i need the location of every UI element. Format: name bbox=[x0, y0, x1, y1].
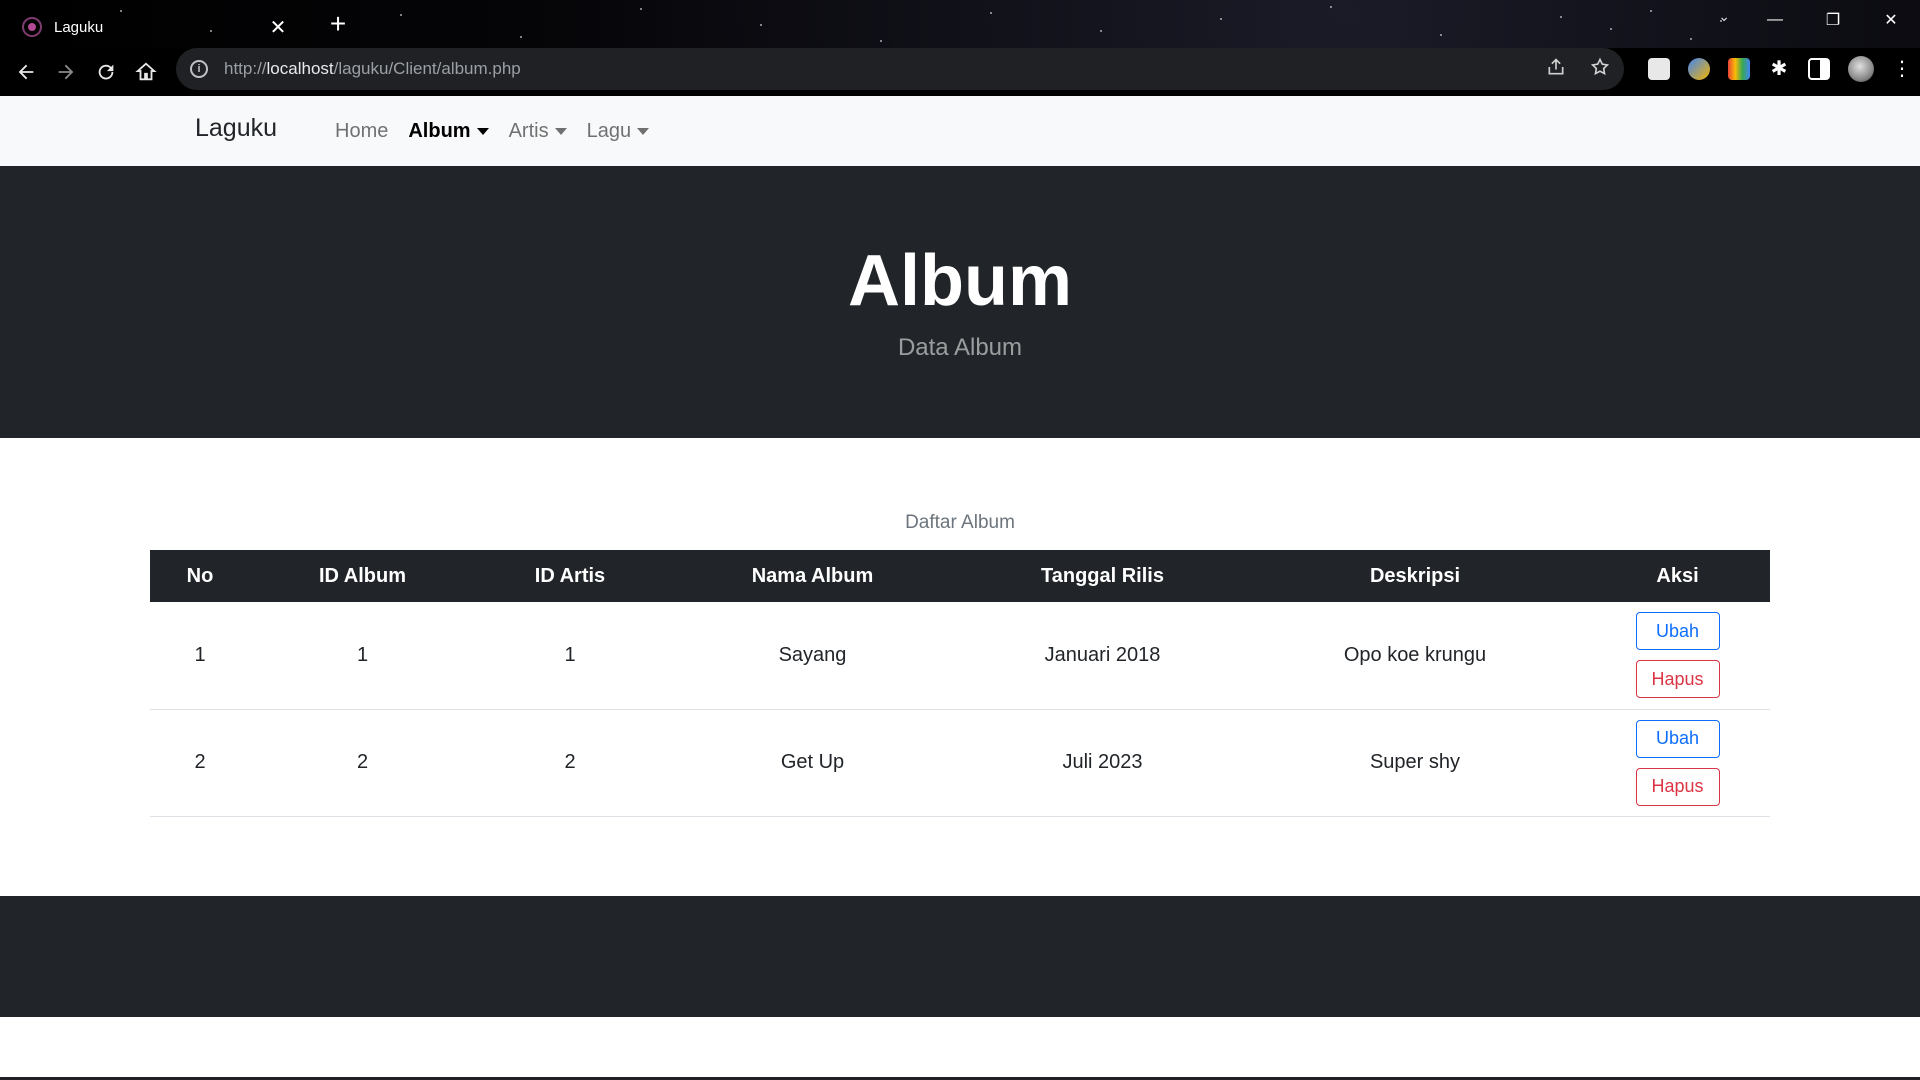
address-bar[interactable]: i http://localhost/laguku/Client/album.p… bbox=[176, 48, 1624, 90]
cell-aksi: Ubah Hapus bbox=[1585, 602, 1770, 710]
nav-home[interactable]: Home bbox=[335, 120, 388, 143]
close-tab-icon[interactable]: ✕ bbox=[266, 15, 290, 40]
table-caption: Daftar Album bbox=[905, 512, 1015, 533]
page-title: Album bbox=[848, 241, 1072, 321]
cell-no: 1 bbox=[150, 602, 250, 710]
reload-icon[interactable] bbox=[86, 52, 126, 92]
bookmark-star-icon[interactable] bbox=[1590, 57, 1610, 82]
url-text: http://localhost/laguku/Client/album.php bbox=[224, 59, 521, 78]
share-icon[interactable] bbox=[1546, 57, 1566, 82]
cell-deskripsi: Opo koe krungu bbox=[1245, 602, 1585, 710]
column-header-deskripsi: Deskripsi bbox=[1369, 564, 1461, 587]
profile-avatar[interactable] bbox=[1848, 56, 1874, 82]
back-arrow-icon[interactable] bbox=[6, 52, 46, 92]
puzzle-icon[interactable]: ✱ bbox=[1768, 58, 1790, 80]
nav-lagu-dropdown[interactable]: Lagu bbox=[587, 120, 650, 143]
column-header-nama-album: Nama Album bbox=[751, 564, 874, 587]
table-row: 2 2 2 Get Up Juli 2023 Super shy Ubah Ha… bbox=[150, 709, 1770, 817]
tab-title: Laguku bbox=[54, 18, 104, 36]
minimize-button[interactable]: — bbox=[1746, 0, 1804, 40]
album-table: No ID Album ID Artis Nama Album Tanggal … bbox=[150, 550, 1770, 817]
site-info-icon[interactable]: i bbox=[190, 60, 208, 78]
table-row: 1 1 1 Sayang Januari 2018 Opo koe krungu… bbox=[150, 602, 1770, 710]
laguku-favicon-icon bbox=[22, 17, 42, 37]
column-header-id-album: ID Album bbox=[318, 564, 407, 587]
document-extension-icon[interactable] bbox=[1648, 58, 1670, 80]
cell-aksi: Ubah Hapus bbox=[1585, 709, 1770, 817]
restore-button[interactable]: ❐ bbox=[1804, 0, 1862, 40]
color-extension-icon[interactable] bbox=[1728, 58, 1750, 80]
table-header-row: No ID Album ID Artis Nama Album Tanggal … bbox=[150, 550, 1770, 602]
column-header-aksi: Aksi bbox=[1656, 564, 1699, 587]
caret-down-icon bbox=[554, 127, 567, 135]
browser-tab[interactable]: Laguku ✕ bbox=[8, 6, 304, 48]
cell-deskripsi: Super shy bbox=[1245, 709, 1585, 817]
close-window-button[interactable]: ✕ bbox=[1862, 0, 1920, 40]
nav-artis-dropdown[interactable]: Artis bbox=[509, 120, 567, 143]
caret-down-icon bbox=[476, 127, 489, 135]
site-navbar: Laguku Home Album Artis Lagu bbox=[0, 96, 1920, 166]
page-subtitle: Data Album bbox=[897, 334, 1023, 361]
cell-id-artis: 2 bbox=[475, 709, 665, 817]
cell-tanggal-rilis: Januari 2018 bbox=[960, 602, 1245, 710]
forward-arrow-icon[interactable] bbox=[46, 52, 86, 92]
caret-down-icon bbox=[637, 127, 650, 135]
site-footer bbox=[0, 896, 1920, 1017]
brand-logo[interactable]: Laguku bbox=[195, 114, 277, 143]
column-header-no: No bbox=[186, 564, 214, 587]
extension-icon[interactable] bbox=[1688, 58, 1710, 80]
cell-nama-album: Sayang bbox=[665, 602, 960, 710]
side-panel-icon[interactable] bbox=[1808, 58, 1830, 80]
delete-button[interactable]: Hapus bbox=[1635, 767, 1720, 806]
browser-tab-strip: Laguku ✕ + ⌄ — ❐ ✕ bbox=[0, 0, 1920, 48]
hero-banner: Album Data Album bbox=[0, 166, 1920, 438]
tab-search-icon[interactable]: ⌄ bbox=[1718, 8, 1730, 25]
delete-button[interactable]: Hapus bbox=[1635, 660, 1720, 699]
column-header-id-artis: ID Artis bbox=[534, 564, 606, 587]
new-tab-button[interactable]: + bbox=[322, 6, 354, 42]
cell-no: 2 bbox=[150, 709, 250, 817]
cell-id-artis: 1 bbox=[475, 602, 665, 710]
edit-button[interactable]: Ubah bbox=[1635, 719, 1720, 758]
nav-links: Home Album Artis Lagu bbox=[335, 96, 650, 166]
cell-nama-album: Get Up bbox=[665, 709, 960, 817]
window-controls: — ❐ ✕ bbox=[1746, 0, 1920, 40]
cell-tanggal-rilis: Juli 2023 bbox=[960, 709, 1245, 817]
cell-id-album: 2 bbox=[250, 709, 475, 817]
page-content: Laguku Home Album Artis Lagu Album Data … bbox=[0, 96, 1920, 1080]
home-icon[interactable] bbox=[126, 52, 166, 92]
column-header-tanggal-rilis: Tanggal Rilis bbox=[1041, 564, 1164, 587]
nav-album-dropdown[interactable]: Album bbox=[408, 120, 489, 143]
kebab-menu-icon[interactable]: ⋮ bbox=[1892, 58, 1912, 80]
edit-button[interactable]: Ubah bbox=[1635, 612, 1720, 651]
cell-id-album: 1 bbox=[250, 602, 475, 710]
extensions-area: ✱ ⋮ bbox=[1648, 48, 1912, 90]
